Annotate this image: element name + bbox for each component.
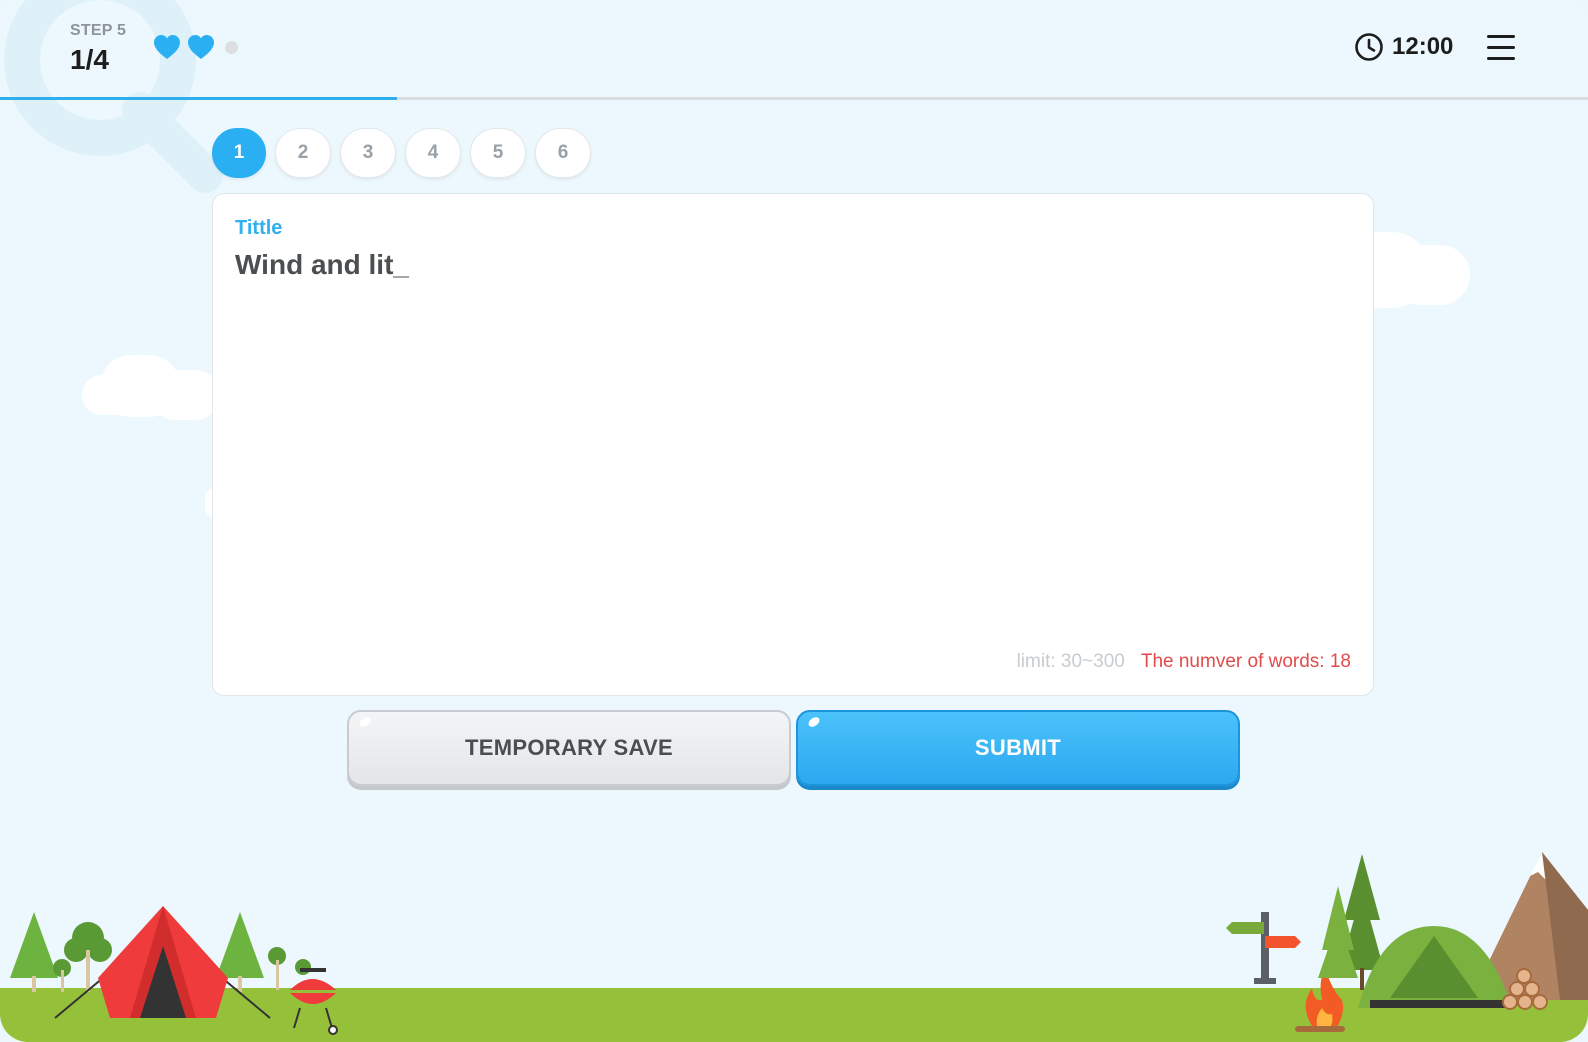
- question-tab-5[interactable]: 5: [470, 128, 526, 178]
- camping-scene-illustration: [0, 852, 1588, 1042]
- question-tab-2[interactable]: 2: [275, 128, 331, 178]
- tree-icon: [10, 912, 58, 992]
- question-tab-3[interactable]: 3: [340, 128, 396, 178]
- shine-decoration: [357, 715, 373, 729]
- dome-tent-icon: [1358, 926, 1512, 1008]
- empty-dot-icon: [225, 40, 238, 54]
- clock-icon: [1355, 33, 1383, 61]
- submit-label: SUBMIT: [974, 735, 1062, 760]
- question-tab-4[interactable]: 4: [405, 128, 461, 178]
- question-tab-1[interactable]: 1: [212, 128, 266, 178]
- app-frame: STEP 5 1/4 12:00 123456 Tittle Wind and …: [0, 0, 1588, 1042]
- step-progress: 1/4: [70, 44, 109, 75]
- timer: 12:00: [1354, 32, 1453, 62]
- heart-icon: [188, 35, 214, 59]
- word-limit: limit: 30~300: [1016, 651, 1125, 672]
- shine-decoration: [806, 715, 822, 729]
- heart-icon: [154, 35, 180, 59]
- essay-textarea[interactable]: [235, 249, 1345, 629]
- word-count-footer: limit: 30~300 The numver of words: 18: [1017, 651, 1351, 673]
- tree-icon: [216, 912, 311, 992]
- step-label: STEP 5: [70, 22, 127, 39]
- hamburger-menu-icon[interactable]: [1487, 35, 1515, 61]
- timer-text: 12:00: [1392, 33, 1454, 60]
- temporary-save-button[interactable]: TEMPORARY SAVE: [347, 710, 791, 786]
- lives-indicator: [153, 34, 238, 60]
- question-tabs: 123456: [212, 128, 591, 178]
- submit-button[interactable]: SUBMIT: [796, 710, 1240, 786]
- question-tab-6[interactable]: 6: [535, 128, 591, 178]
- top-bar: STEP 5 1/4 12:00: [0, 0, 1588, 97]
- step-progress-bar: [0, 97, 1588, 100]
- writing-card: Tittle limit: 30~300 The numver of words…: [212, 193, 1374, 696]
- signpost-icon: [1226, 912, 1301, 984]
- step-progress-fill: [0, 97, 397, 100]
- word-count: The numver of words: 18: [1140, 651, 1351, 672]
- title-label: Tittle: [235, 217, 283, 239]
- temporary-save-label: TEMPORARY SAVE: [465, 735, 673, 760]
